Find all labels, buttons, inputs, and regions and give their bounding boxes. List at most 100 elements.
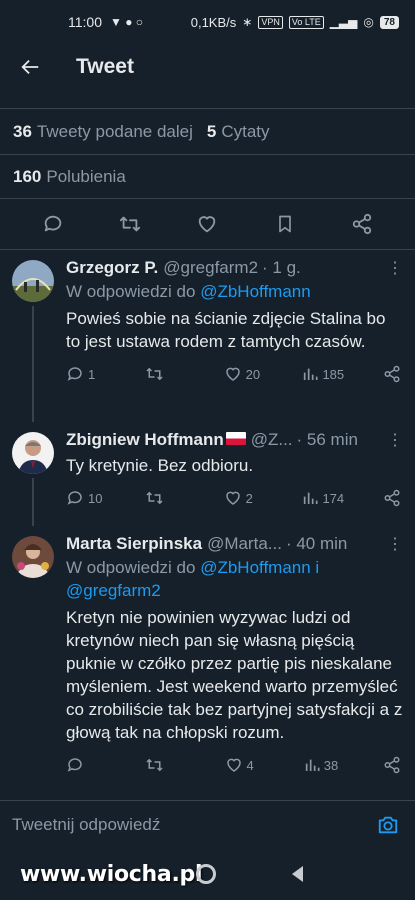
views-icon [304,368,318,380]
thread-line [32,306,34,422]
reply-icon [67,491,82,505]
more-options-icon[interactable]: ⋮ [387,430,403,450]
retweet-icon [119,216,141,232]
replying-to: W odpowiedzi do @ZbHoffmann [66,280,403,303]
likes-stat[interactable]: 160 Polubienia [13,167,126,187]
reply-tweet[interactable]: Grzegorz P. @gregfarm2 · 1 g. ⋮ W odpowi… [0,250,415,422]
heart-icon [199,216,216,233]
tweet-text: Ty kretynie. Bez odbioru. [66,456,254,475]
heart-icon [225,491,240,505]
author-name[interactable]: Marta Sierpinska [66,534,202,554]
likes-count: 160 [13,166,42,186]
like-button[interactable]: 20 [224,365,264,383]
share-button[interactable] [383,489,401,507]
app-header: Tweet [0,44,415,90]
camera-icon [378,816,398,833]
stats-row-shares: 36 Tweety podane dalej 5 Cytaty [0,108,415,154]
author-handle: @Marta... [207,534,282,553]
author-name[interactable]: Grzegorz P. [66,258,158,278]
more-options-icon[interactable]: ⋮ [387,534,403,554]
share-icon [384,756,400,774]
reply-button[interactable]: 1 [66,365,106,383]
battery-icon: 78 [379,15,399,29]
like-button[interactable]: 2 [224,489,264,507]
tweet-actions: 4 38 [66,756,403,774]
like-count: 2 [245,490,253,506]
reply-button[interactable] [33,204,73,244]
avatar[interactable] [12,432,54,474]
avatar[interactable] [12,260,54,302]
quotes-stat[interactable]: 5 Cytaty [207,122,270,142]
reply-icon [44,215,61,232]
reply-tweet[interactable]: Zbigniew Hoffmann @Z... · 56 min ⋮ Ty kr… [0,422,415,526]
back-button[interactable] [0,44,60,90]
retweets-stat[interactable]: 36 Tweety podane dalej [13,122,193,142]
arrow-left-icon [21,59,39,75]
avatar-image [12,260,54,302]
views-icon [304,492,318,504]
reply-tweet[interactable]: Marta Sierpinska @Marta... · 40 min ⋮ W … [0,526,415,800]
retweet-icon [146,367,163,381]
share-button[interactable] [383,756,401,774]
vpn-badge: VPN [258,15,283,29]
retweet-icon [146,491,163,505]
like-count: 4 [246,757,254,773]
retweet-button[interactable] [145,365,185,383]
tweet-actions: 10 2 174 [66,489,403,507]
tweet-time: · 40 min [285,534,348,553]
reply-icon [67,758,82,772]
replying-prefix: W odpowiedzi do [66,282,196,301]
views-button[interactable]: 174 [302,490,344,506]
more-options-icon[interactable]: ⋮ [387,258,403,278]
like-count: 20 [245,366,261,382]
watermark: www.wiocha.pl [20,862,203,887]
avatar[interactable] [12,536,54,578]
thread-line [32,478,34,526]
reply-button[interactable]: 10 [66,489,106,507]
status-time: 11:00 [68,14,102,30]
mention-link[interactable]: @ZbHoffmann [200,282,311,301]
share-button[interactable] [342,204,382,244]
avatar-image [12,432,54,474]
system-nav-bar: www.wiocha.pl [0,848,415,900]
bookmark-button[interactable] [265,204,305,244]
notification-icons: ▼ ● ○ [110,15,144,29]
replying-prefix: W odpowiedzi do [66,558,196,577]
tweet-time: · 56 min [296,430,358,449]
view-count: 185 [322,366,345,382]
avatar-image [12,536,54,578]
page-title: Tweet [76,55,134,78]
reply-compose-bar [0,800,415,848]
network-speed: 0,1KB/s [190,14,237,30]
retweet-button[interactable] [145,756,185,774]
retweets-count: 36 [13,121,32,141]
like-button[interactable] [187,204,227,244]
share-icon [384,365,400,383]
share-button[interactable] [383,365,401,383]
reply-input[interactable] [12,814,373,835]
retweet-icon [146,758,163,772]
author-name[interactable]: Zbigniew Hoffmann [66,430,224,450]
camera-button[interactable] [373,810,403,840]
share-icon [384,489,400,507]
signal-icon: ▁▃▅ [329,15,358,29]
retweet-button[interactable] [110,204,150,244]
back-nav-button[interactable] [292,866,303,882]
stats-row-likes: 160 Polubienia [0,154,415,198]
reply-icon [67,367,82,381]
tweet-text: Powieś sobie na ścianie zdjęcie Stalina … [66,309,386,351]
quotes-label: Cytaty [221,121,270,141]
retweet-button[interactable] [145,489,185,507]
views-button[interactable]: 38 [304,757,344,773]
view-count: 174 [322,490,345,506]
home-nav-button[interactable] [196,864,216,884]
tweet-time: · 1 g. [262,258,301,277]
views-button[interactable]: 185 [302,366,344,382]
replying-to: W odpowiedzi do @ZbHoffmann i @gregfarm2 [66,556,403,602]
heart-icon [226,758,241,772]
reply-button[interactable] [66,756,106,774]
like-button[interactable]: 4 [225,756,265,774]
share-icon [353,213,372,235]
poland-flag-icon [225,432,246,445]
bluetooth-icon: ∗ [242,15,253,29]
